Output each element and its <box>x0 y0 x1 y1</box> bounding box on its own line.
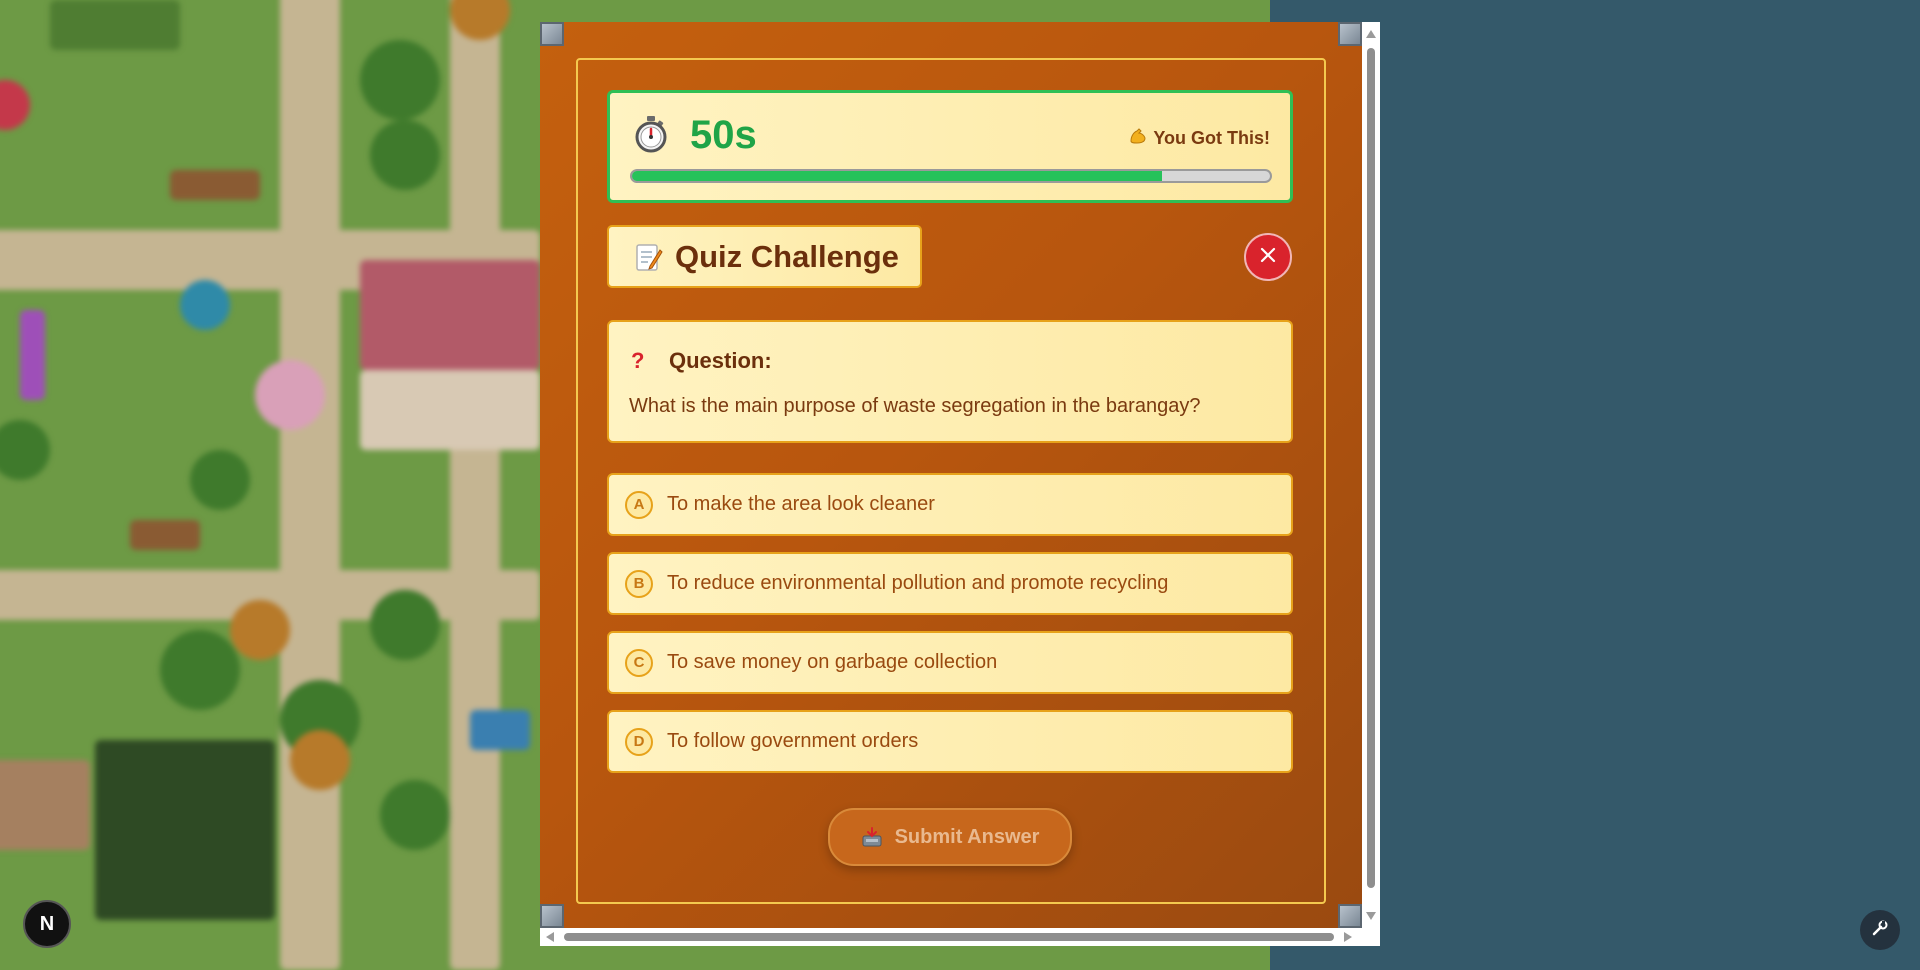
corner-rivet <box>540 904 564 928</box>
quiz-window: 50s You Got This! Quiz Challenge ? Quest… <box>540 22 1380 946</box>
submit-answer-label: Submit Answer <box>894 825 1040 848</box>
vertical-scrollbar[interactable] <box>1362 22 1380 928</box>
submit-answer-button[interactable]: Submit Answer <box>828 808 1072 866</box>
option-c[interactable]: C To save money on garbage collection <box>607 631 1293 694</box>
option-letter: B <box>625 569 653 598</box>
close-icon <box>1259 246 1277 269</box>
quiz-panel: 50s You Got This! Quiz Challenge ? Quest… <box>540 22 1362 928</box>
inbox-tray-icon <box>861 826 883 848</box>
close-button[interactable] <box>1244 233 1292 281</box>
question-mark-icon: ? <box>631 348 645 373</box>
option-text: To reduce environmental pollution and pr… <box>667 572 1169 594</box>
option-text: To save money on garbage collection <box>667 651 998 673</box>
question-card: ? Question: What is the main purpose of … <box>607 320 1293 443</box>
scroll-down-arrow-icon[interactable] <box>1366 912 1376 920</box>
option-letter: D <box>625 727 653 756</box>
dev-tools-button[interactable] <box>1860 910 1900 950</box>
option-letter: C <box>625 648 653 677</box>
scroll-up-arrow-icon[interactable] <box>1366 30 1376 38</box>
encouragement-label: You Got This! <box>1153 128 1270 148</box>
question-label: Question: <box>669 348 772 373</box>
corner-rivet <box>1338 904 1362 928</box>
stopwatch-icon <box>634 115 668 153</box>
encouragement-text: You Got This! <box>1129 127 1270 150</box>
option-letter: A <box>625 490 653 519</box>
option-a[interactable]: A To make the area look cleaner <box>607 473 1293 536</box>
quiz-title: Quiz Challenge <box>675 238 899 274</box>
timer-progress-bar <box>630 169 1272 183</box>
quiz-viewport: 50s You Got This! Quiz Challenge ? Quest… <box>540 22 1362 928</box>
framework-badge-letter: N <box>39 912 55 935</box>
timer-progress-fill <box>632 171 1162 181</box>
question-text: What is the main purpose of waste segreg… <box>629 395 1201 417</box>
corner-rivet <box>1338 22 1362 46</box>
wrench-icon <box>1871 919 1889 942</box>
framework-badge[interactable]: N <box>23 900 71 948</box>
option-text: To follow government orders <box>667 730 919 752</box>
vertical-scroll-thumb[interactable] <box>1367 48 1375 888</box>
option-d[interactable]: D To follow government orders <box>607 710 1293 773</box>
option-b[interactable]: B To reduce environmental pollution and … <box>607 552 1293 615</box>
horizontal-scroll-thumb[interactable] <box>564 933 1334 941</box>
scroll-right-arrow-icon[interactable] <box>1344 932 1352 942</box>
scrollbar-corner <box>1362 928 1380 946</box>
scroll-left-arrow-icon[interactable] <box>546 932 554 942</box>
quiz-title-card: Quiz Challenge <box>607 225 922 288</box>
memo-icon <box>635 242 663 272</box>
timer-value: 50s <box>690 113 757 157</box>
timer-card: 50s You Got This! <box>607 90 1293 203</box>
corner-rivet <box>540 22 564 46</box>
horizontal-scrollbar[interactable] <box>540 928 1362 946</box>
flexed-biceps-icon <box>1129 127 1147 150</box>
option-text: To make the area look cleaner <box>667 493 935 515</box>
